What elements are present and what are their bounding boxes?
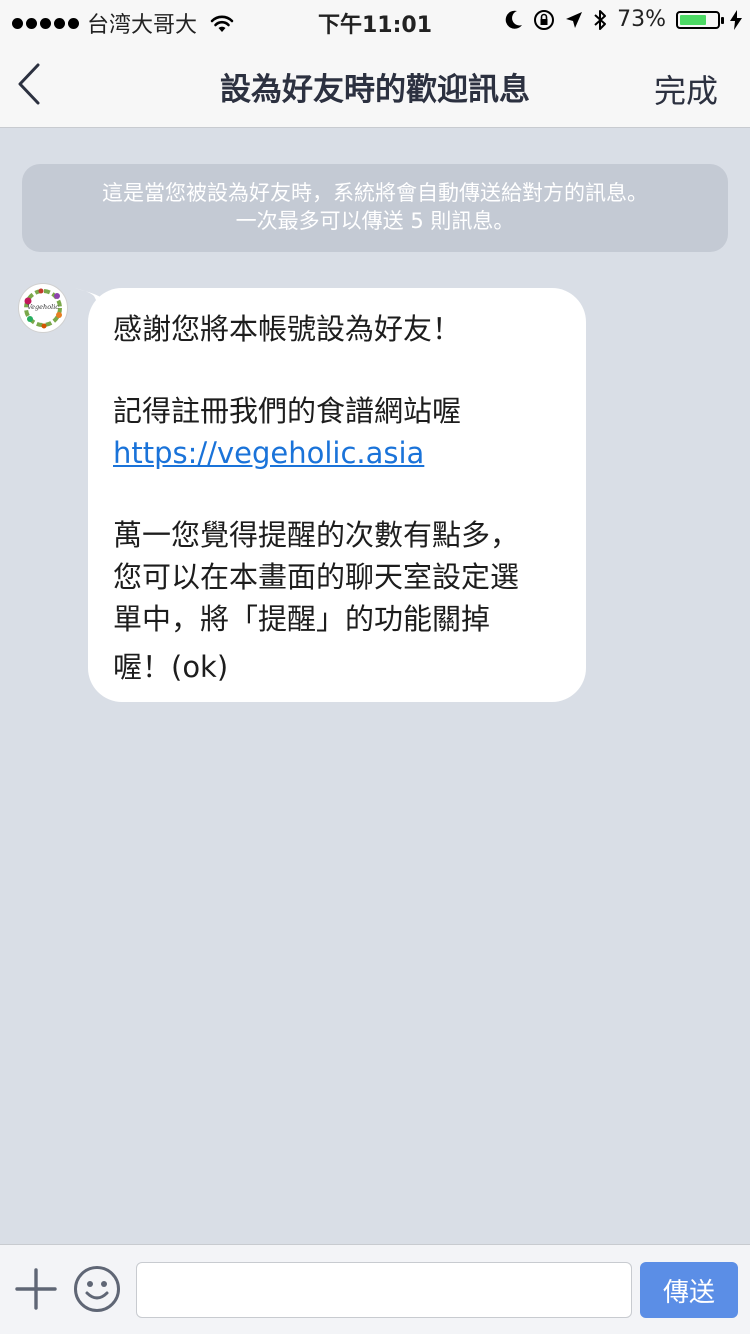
message-bubble[interactable]: 感謝您將本帳號設為好友！ 記得註冊我們的食譜網站喔 https://vegeho… [88, 288, 586, 702]
plus-icon[interactable] [14, 1267, 58, 1311]
message-line: 記得註冊我們的食譜網站喔 [113, 394, 462, 428]
message-line: 感謝您將本帳號設為好友！ [113, 312, 462, 346]
info-banner: 這是當您被設為好友時，系統將會自動傳送給對方的訊息。 一次最多可以傳送 5 則訊… [22, 164, 728, 252]
avatar-logo-text: Vegeholic [27, 303, 59, 311]
charging-bolt-icon [730, 9, 742, 30]
battery-fill [680, 14, 707, 25]
done-button[interactable]: 完成 [654, 66, 718, 112]
nav-bar: 設為好友時的歡迎訊息 完成 [0, 40, 750, 128]
status-right: 73% [505, 7, 742, 32]
message-input[interactable] [136, 1262, 632, 1318]
moon-icon [505, 10, 523, 29]
page-title: 設為好友時的歡迎訊息 [220, 72, 530, 108]
avatar[interactable]: Vegeholic [18, 283, 68, 333]
rotation-lock-icon [534, 9, 555, 30]
smiley-icon[interactable] [73, 1265, 121, 1313]
message-line: 喔！(ok) [113, 650, 229, 684]
send-button[interactable]: 傳送 [640, 1262, 738, 1318]
website-link[interactable]: https://vegeholic.asia [113, 432, 566, 474]
info-banner-line-2: 一次最多可以傳送 5 則訊息。 [235, 209, 515, 233]
status-bar: 台湾大哥大 下午11:01 73% [0, 0, 750, 40]
input-bar: 傳送 [0, 1244, 750, 1334]
message-line: 您可以在本畫面的聊天室設定選 [113, 560, 520, 594]
message-line: 單中，將「提醒」的功能關掉 [113, 602, 491, 636]
bluetooth-icon [594, 9, 607, 30]
message-line: 萬一您覺得提醒的次數有點多， [113, 518, 520, 552]
info-banner-line-1: 這是當您被設為好友時，系統將會自動傳送給對方的訊息。 [102, 181, 648, 205]
vegeholic-logo-icon: Vegeholic [20, 285, 66, 331]
location-arrow-icon [566, 11, 583, 28]
battery-percent: 73% [617, 7, 666, 32]
battery-icon [676, 10, 724, 29]
